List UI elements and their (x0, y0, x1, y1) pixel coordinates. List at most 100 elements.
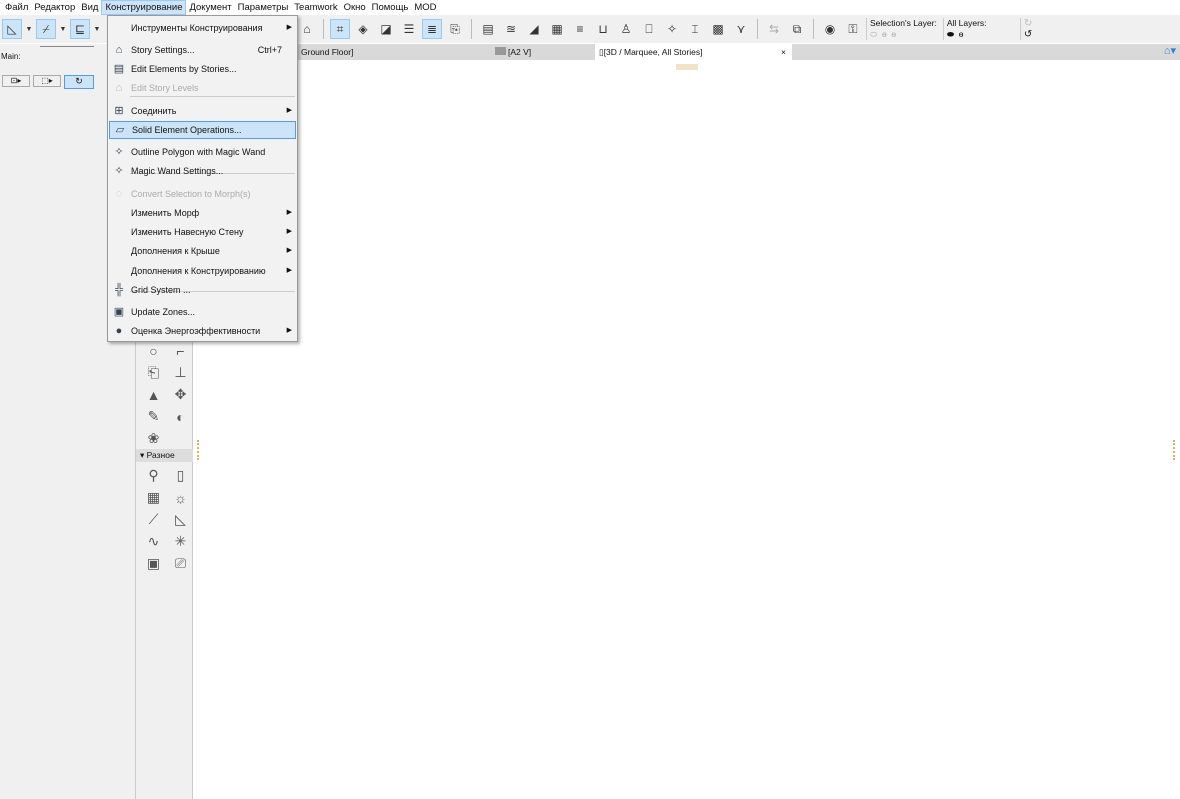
tab-bar: Ground Floor] [A2 V] ▯[3D / Marquee, All… (297, 44, 1180, 60)
selection-layer[interactable]: Selection's Layer: ⬭ ɵ ɵ (866, 18, 940, 40)
menu-8[interactable]: Помощь (369, 0, 412, 15)
tool-icon[interactable]: ▲ (140, 385, 167, 404)
tab-3d-marquee[interactable]: ▯[3D / Marquee, All Stories] × (595, 44, 792, 60)
menu-7[interactable]: Окно (341, 0, 369, 15)
menu-2[interactable]: Вид (78, 0, 101, 15)
menu-item-label: Solid Element Operations... (132, 125, 242, 135)
menu-item[interactable]: ▣ Update Zones... (109, 303, 296, 321)
undo-icon[interactable]: ↺ (1024, 29, 1032, 40)
tool-icon[interactable]: ▣ (140, 554, 167, 573)
menu-item[interactable]: Инструменты Конструирования ▶ (109, 19, 296, 37)
layer-lock-icon[interactable]: ⚿ (843, 19, 863, 39)
curtain-wall-icon[interactable]: ⋎ (731, 19, 751, 39)
guide-line-icon[interactable]: ⌿ (36, 19, 56, 39)
splitter-handle-right[interactable] (1173, 440, 1177, 460)
tool-icon[interactable]: ❀ (140, 429, 167, 448)
menu-item[interactable]: ⌂ Story Settings... Ctrl+7 (109, 41, 296, 59)
submenu-arrow-icon: ▶ (286, 209, 292, 216)
tab-label: [A2 V] (508, 47, 532, 57)
menu-5[interactable]: Параметры (235, 0, 292, 15)
railing-icon[interactable]: ⊔ (593, 19, 613, 39)
menu-item-icon: ⌂ (115, 82, 123, 94)
tool-icon[interactable]: ⟋ (140, 510, 167, 529)
submenu-arrow-icon: ▶ (286, 228, 292, 235)
tool-icon[interactable]: ◺ (167, 510, 194, 529)
home-icon[interactable]: ⌂ (297, 19, 317, 39)
menu-item[interactable]: ● Оценка Энергоэффективности ▶ (109, 322, 296, 340)
menu-item[interactable]: ╬ Grid System ... (109, 281, 296, 299)
tool-icon[interactable]: ✎ (140, 407, 167, 426)
dropdown-icon[interactable]: ▼ (59, 19, 67, 39)
marquee-icon[interactable]: ⌗ (330, 19, 350, 39)
mesh-icon[interactable]: ≡ (570, 19, 590, 39)
tab-close-button[interactable]: × (781, 44, 786, 60)
rotate-marquee-icon[interactable]: ↻ (64, 75, 94, 89)
tool-icon[interactable]: ▦ (140, 488, 167, 507)
tool-icon[interactable]: ⎗ (140, 363, 167, 382)
drag-handle[interactable] (676, 64, 698, 70)
wall-icon[interactable]: ▤ (478, 19, 498, 39)
stories-icon[interactable]: ☰ (399, 19, 419, 39)
grid-icon[interactable]: ▩ (708, 19, 728, 39)
roof-icon[interactable]: ◢ (524, 19, 544, 39)
menu-item-icon: ✧ (114, 165, 124, 177)
tab-ground-floor[interactable]: Ground Floor] (297, 44, 395, 60)
tab-a2[interactable]: [A2 V] (395, 44, 595, 60)
beam-icon[interactable]: ⌶ (685, 19, 705, 39)
swap-icon[interactable]: ⇆ (764, 19, 784, 39)
tool-icon[interactable]: ○ (140, 341, 167, 360)
section-icon[interactable]: ◪ (376, 19, 396, 39)
brush-icon[interactable]: ♙ (616, 19, 636, 39)
undo-redo[interactable]: ↻ ↺ (1019, 18, 1035, 40)
menu-item[interactable]: Изменить Навесную Стену ▶ (109, 223, 296, 241)
dropdown-icon[interactable]: ▼ (25, 19, 33, 39)
layer-visibility-icon[interactable]: ◉ (820, 19, 840, 39)
marquee-method-icon[interactable]: ⬚▸ (33, 75, 61, 87)
menu-item[interactable]: ⊞ Соединить ▶ (109, 102, 296, 120)
menu-4[interactable]: Документ (186, 0, 234, 15)
menu-item[interactable]: Дополнения к Крыше ▶ (109, 242, 296, 260)
tool-icon[interactable]: ⌐ (167, 341, 194, 360)
menu-0[interactable]: Файл (2, 0, 31, 15)
door-icon[interactable]: ⎕ (639, 19, 659, 39)
menu-item[interactable]: Изменить Морф ▶ (109, 204, 296, 222)
tool-icon[interactable]: ⎚ (167, 554, 194, 573)
splitter-handle-left[interactable] (197, 440, 201, 460)
menu-item-label: Дополнения к Крыше (131, 246, 220, 256)
toolbox-icons: ○ ⌐ ⎗ ⊥ ▲ ✥ ✎ ◐ ❀ (140, 341, 194, 448)
tool-icon[interactable]: ⊥ (167, 363, 194, 382)
menu-1[interactable]: Редактор (31, 0, 78, 15)
dropdown-icon[interactable]: ▼ (93, 19, 101, 39)
menu-item[interactable]: Дополнения к Конструированию ▶ (109, 262, 296, 280)
menu-item[interactable]: ✧ Magic Wand Settings... (109, 162, 296, 180)
window-swap-icon[interactable]: ⧉ (787, 19, 807, 39)
layers-icon[interactable]: ≣ (422, 19, 442, 39)
3d-view-icon[interactable]: ◈ (353, 19, 373, 39)
menu-3[interactable]: Конструирование (101, 0, 187, 15)
shell-icon[interactable]: ▦ (547, 19, 567, 39)
slab-icon[interactable]: ≊ (501, 19, 521, 39)
magic-wand-icon[interactable]: ✧ (662, 19, 682, 39)
menu-item-label: Convert Selection to Morph(s) (131, 189, 251, 199)
selection-layer-label: Selection's Layer: (870, 18, 937, 28)
tool-icon[interactable]: ⚲ (140, 466, 167, 485)
menu-item[interactable]: ▤ Edit Elements by Stories... (109, 60, 296, 78)
menu-6[interactable]: Teamwork (291, 0, 340, 15)
redo-icon[interactable]: ↻ (1024, 18, 1032, 29)
menu-item[interactable]: ▱ Solid Element Operations... (109, 121, 296, 139)
menu-9[interactable]: MOD (411, 0, 439, 15)
gravity-icon[interactable]: ⊑ (70, 19, 90, 39)
tool-icon[interactable]: ∿ (140, 532, 167, 551)
tool-icon[interactable]: ◐ (167, 407, 194, 426)
tool-icon[interactable]: ✥ (167, 385, 194, 404)
zones-icon[interactable]: ⎘ (445, 19, 465, 39)
tool-icon[interactable]: ▯ (167, 466, 194, 485)
tool-icon[interactable]: ☼ (167, 488, 194, 507)
menu-item[interactable]: ✧ Outline Polygon with Magic Wand (109, 143, 296, 161)
arrow-tool-icon[interactable]: ◺ (2, 19, 22, 39)
selection-method-icon[interactable]: ⊡▸ (2, 75, 30, 87)
all-layers[interactable]: All Layers: ⬬ ɵ (942, 18, 1017, 40)
toolbox-group-misc[interactable]: ▾ Разное (136, 449, 193, 462)
navigator-icon[interactable]: ⌂▾ (1164, 44, 1180, 60)
tool-icon[interactable]: ✳ (167, 532, 194, 551)
